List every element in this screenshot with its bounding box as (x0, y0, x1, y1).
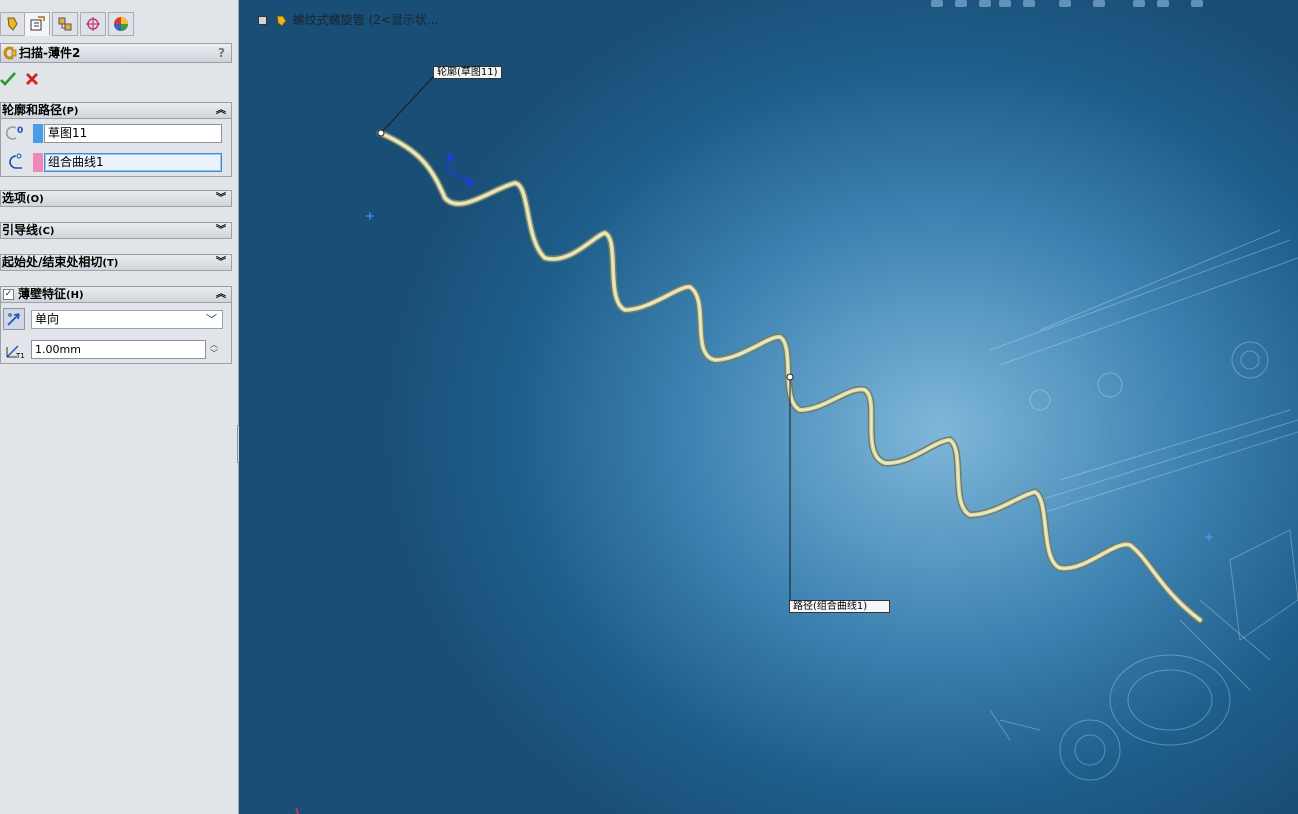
section-thin-feature-body: 单向 ﹀ T1 1.00mm ︿ ﹀ (0, 303, 232, 364)
section-start-end-tangency-header[interactable]: 起始处/结束处相切(T) ︾ (0, 254, 232, 271)
expand-chevron-icon[interactable]: ︾ (216, 191, 226, 206)
thickness-input[interactable]: 1.00mm (31, 340, 206, 359)
section-profile-path-body: 0 草图11 组合曲线1 (0, 119, 232, 177)
path-icon (9, 153, 22, 169)
path-midpoint[interactable] (786, 373, 794, 381)
section-key: (C) (38, 226, 55, 237)
sweep-thin-feature-icon (3, 46, 17, 60)
collapse-chevron-icon[interactable]: ︽ (216, 103, 226, 118)
section-key: (T) (102, 258, 119, 269)
profile-leader-line (380, 75, 435, 134)
tab-configuration-manager[interactable] (52, 12, 78, 36)
zoom-to-fit-icon[interactable] (931, 0, 943, 7)
edit-appearance-icon[interactable] (1133, 0, 1145, 7)
expand-tree-icon[interactable] (258, 16, 267, 25)
thin-feature-checkbox[interactable]: ✓ (3, 289, 14, 300)
svg-text:T1: T1 (15, 352, 25, 360)
previous-view-icon[interactable] (979, 0, 991, 7)
section-profile-path-header[interactable]: 轮廓和路径(P) ︽ (0, 102, 232, 119)
profile-icon: 0 (6, 126, 23, 140)
configuration-icon (58, 17, 72, 31)
background-blueprint-art (989, 229, 1298, 781)
feature-tree-icon (7, 17, 18, 31)
section-options-header[interactable]: 选项(O) ︾ (0, 190, 232, 207)
svg-text:0: 0 (17, 126, 23, 136)
crosshair-icon (366, 212, 374, 220)
tab-display-manager[interactable] (108, 12, 134, 36)
flyout-feature-tree[interactable]: 螺纹式螺旋管 (2<显示状... (258, 11, 438, 28)
property-manager-panel: 扫描-薄件2 ? 轮廓和路径(P) ︽ 0 草图11 组合曲线1 选项(O) ︾… (0, 0, 239, 814)
thickness-icon: T1 (6, 345, 25, 360)
thickness-spinner[interactable]: ︿ ﹀ (208, 340, 220, 359)
tab-property-manager[interactable] (24, 12, 50, 36)
graphics-viewport[interactable]: 螺纹式螺旋管 (2<显示状... 轮廓(草图11) 路径(组合曲线1) (239, 0, 1298, 814)
property-manager-icon (30, 16, 45, 31)
help-button[interactable]: ? (218, 44, 225, 62)
expand-chevron-icon[interactable]: ︾ (216, 255, 226, 270)
expand-chevron-icon[interactable]: ︾ (216, 223, 226, 238)
manager-tabs (0, 12, 238, 38)
checkmark-icon (0, 72, 16, 86)
section-key: (O) (26, 194, 44, 205)
chevron-down-icon: ﹀ (206, 313, 217, 326)
profile-endpoint[interactable] (377, 129, 385, 137)
display-style-icon[interactable] (1059, 0, 1071, 7)
part-name: 螺纹式螺旋管 (2<显示状... (292, 13, 439, 27)
view-orientation-icon[interactable] (1023, 0, 1035, 7)
feature-title: 扫描-薄件2 (19, 46, 81, 60)
cancel-button[interactable] (24, 71, 40, 87)
reverse-direction-icon (7, 313, 20, 326)
tab-dimxpert[interactable] (80, 12, 106, 36)
x-icon (26, 73, 38, 85)
section-guide-curves-header[interactable]: 引导线(C) ︾ (0, 222, 232, 239)
section-label: 选项 (2, 191, 27, 205)
reverse-direction-button[interactable] (3, 308, 25, 330)
section-label: 引导线 (2, 223, 39, 237)
collapse-chevron-icon[interactable]: ︽ (216, 287, 226, 302)
view-settings-icon[interactable] (1191, 0, 1203, 7)
spin-down-icon[interactable]: ﹀ (208, 349, 220, 358)
apply-scene-icon[interactable] (1157, 0, 1169, 7)
thickness-value: 1.00mm (35, 343, 81, 356)
profile-color-swatch (33, 124, 43, 143)
feature-title-bar: 扫描-薄件2 ? (0, 43, 232, 63)
thin-type-dropdown[interactable]: 单向 ﹀ (31, 310, 223, 329)
part-icon (276, 15, 287, 27)
path-color-swatch (33, 153, 43, 172)
path-callout-text: 路径(组合曲线1) (793, 601, 868, 612)
dimxpert-icon (86, 17, 100, 31)
profile-callout[interactable]: 轮廓(草图11) (433, 66, 502, 79)
origin-marker-icon (295, 807, 299, 814)
tab-feature-tree[interactable] (0, 12, 26, 36)
section-label: 薄壁特征 (18, 287, 67, 301)
model-canvas (295, 75, 1298, 814)
profile-selection-field[interactable]: 草图11 (44, 124, 222, 143)
path-value: 组合曲线1 (48, 155, 104, 169)
section-thin-feature-header[interactable]: ✓ 薄壁特征(H) ︽ (0, 286, 232, 303)
section-key: (P) (62, 106, 79, 117)
section-label: 轮廓和路径 (2, 103, 63, 117)
profile-value: 草图11 (48, 126, 88, 140)
crosshair-icon (1205, 533, 1213, 541)
thin-type-value: 单向 (35, 312, 60, 326)
heads-up-view-toolbar (925, 0, 1225, 10)
profile-callout-text: 轮廓(草图11) (437, 67, 498, 78)
section-label: 起始处/结束处相切 (2, 255, 103, 269)
hide-show-items-icon[interactable] (1093, 0, 1105, 7)
direction-triad-icon[interactable] (445, 150, 476, 185)
ok-button[interactable] (0, 71, 16, 87)
section-view-icon[interactable] (999, 0, 1011, 7)
display-manager-icon (114, 17, 128, 31)
zoom-area-icon[interactable] (955, 0, 967, 7)
path-callout[interactable]: 路径(组合曲线1) (789, 600, 890, 613)
section-key: (H) (66, 290, 84, 301)
spin-up-icon[interactable]: ︿ (208, 340, 220, 349)
path-selection-field[interactable]: 组合曲线1 (44, 153, 222, 172)
